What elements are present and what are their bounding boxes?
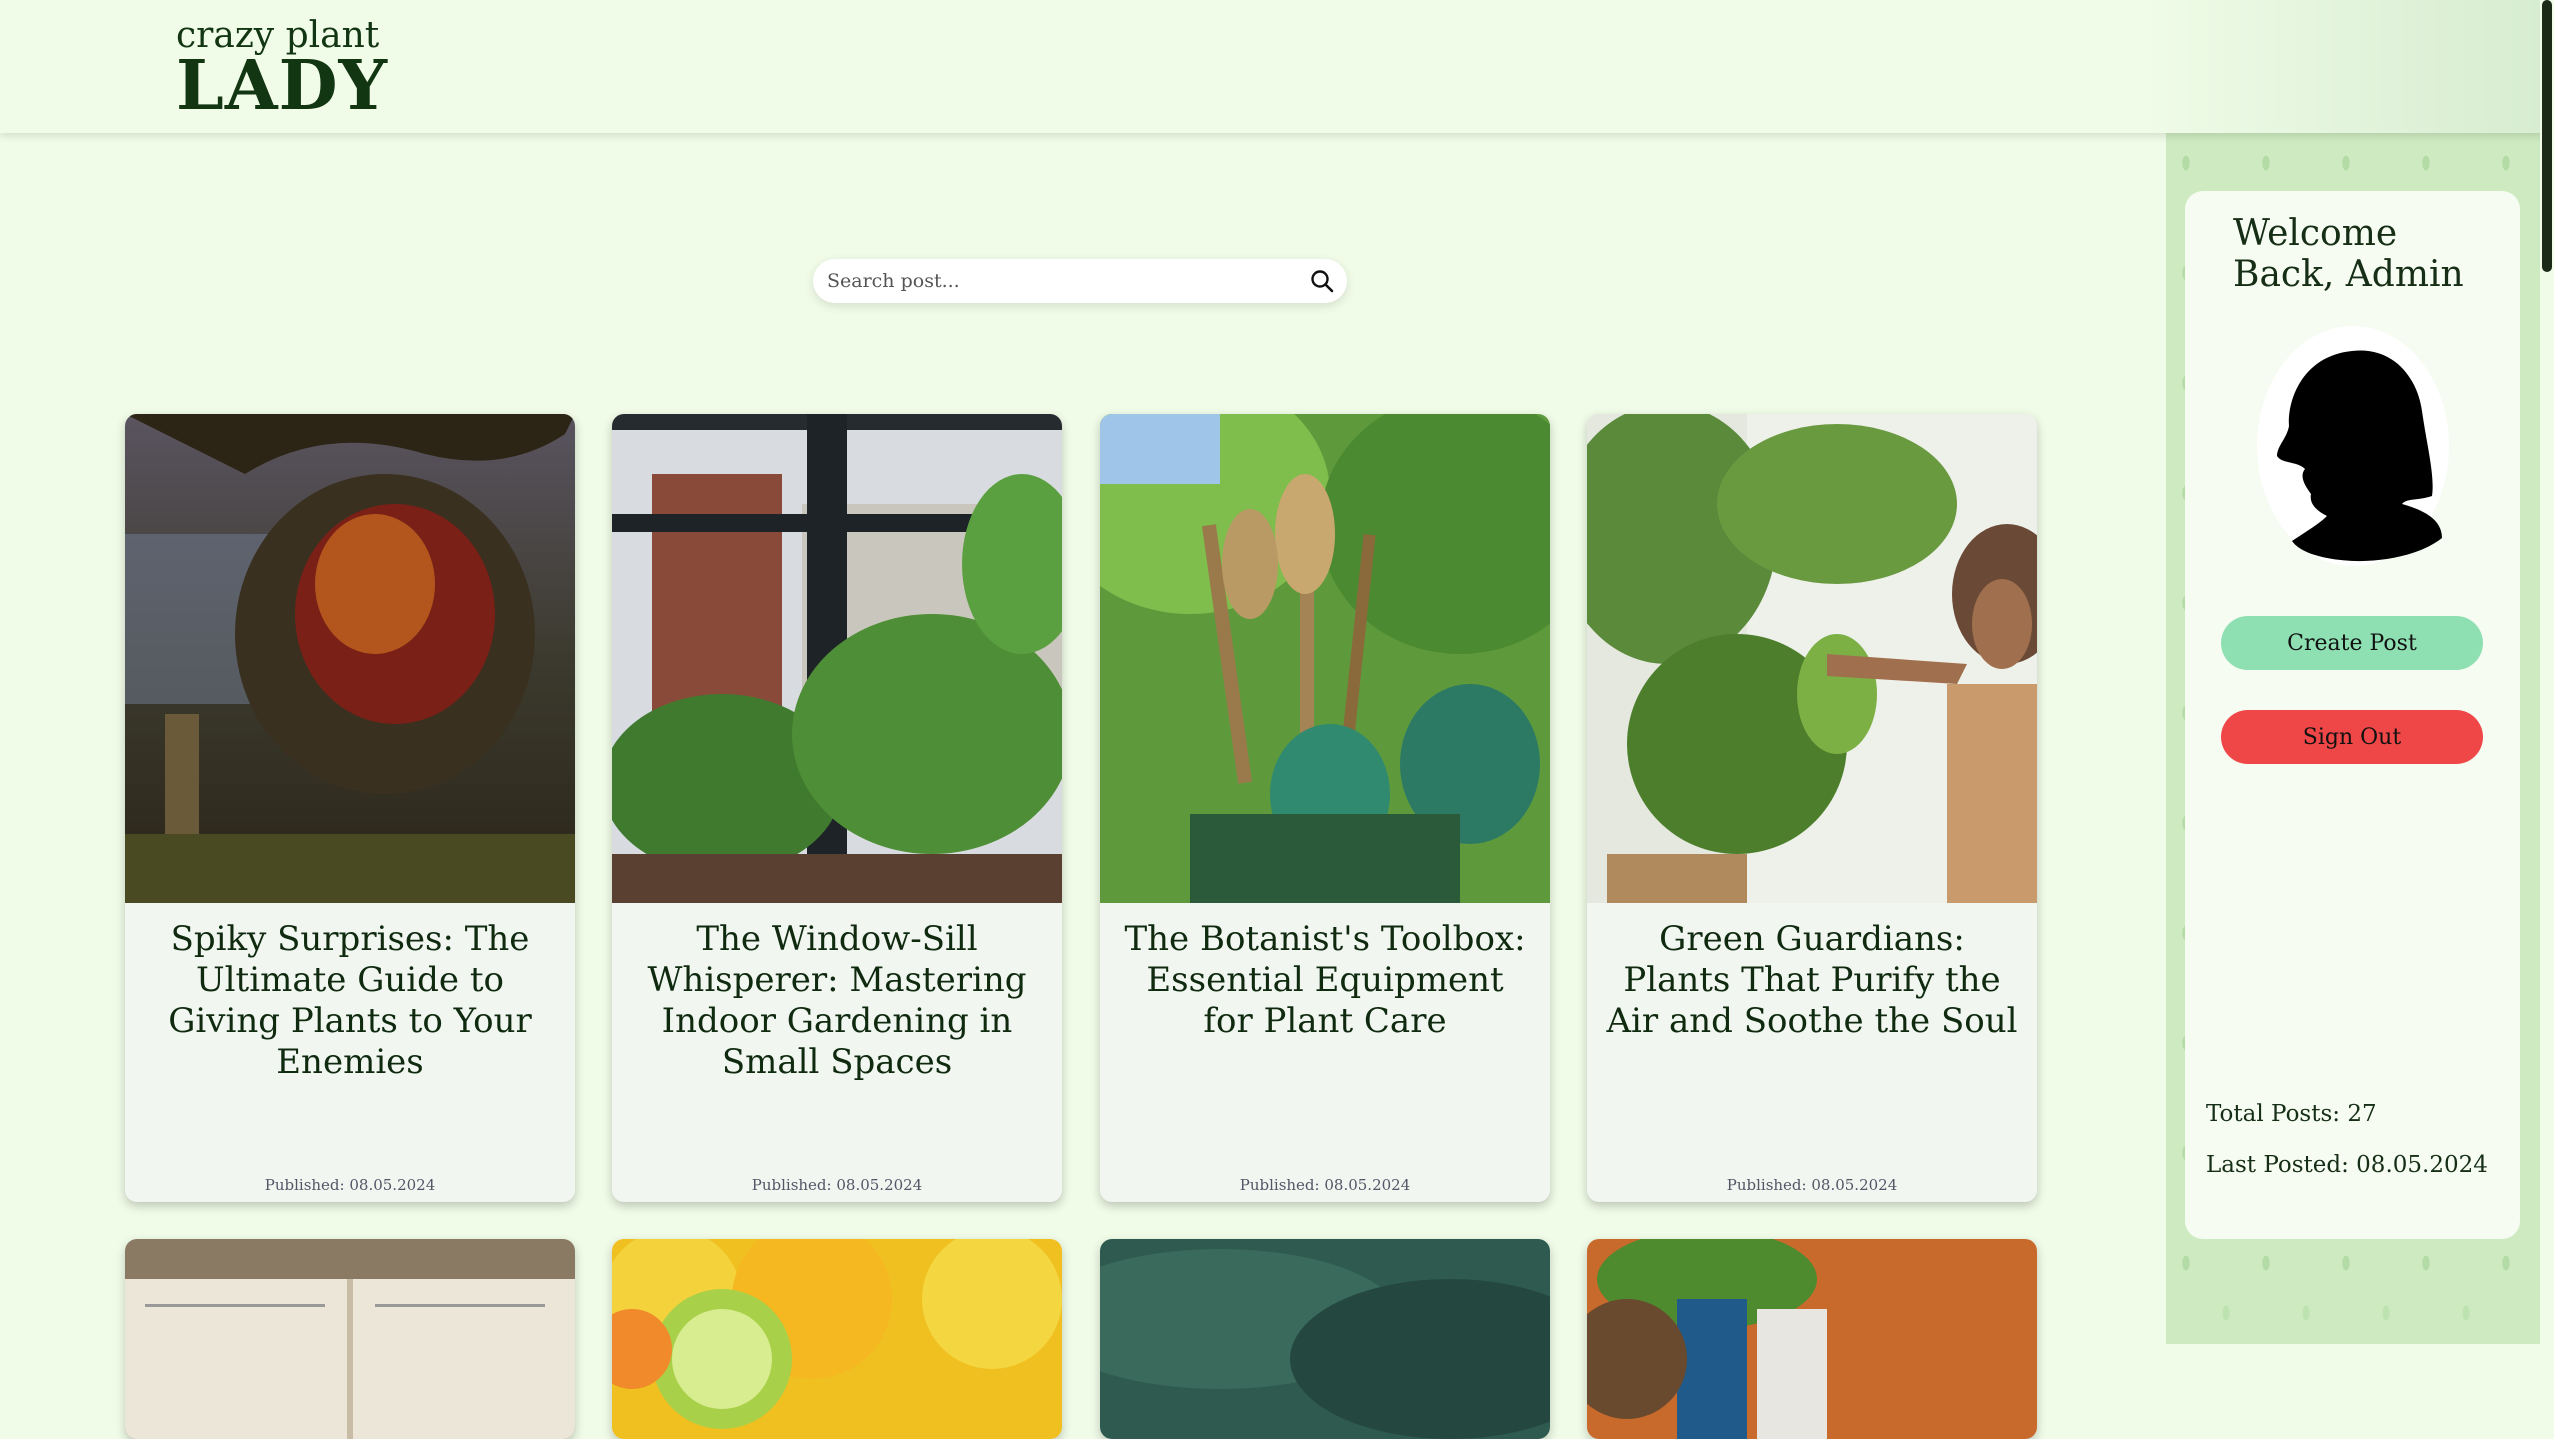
post-card[interactable]: The Window-Sill Whisperer: Mastering Ind…: [612, 414, 1062, 1202]
post-image: [1587, 414, 2037, 903]
create-post-button[interactable]: Create Post: [2221, 616, 2483, 670]
post-date: Published: 08.05.2024: [751, 1176, 923, 1194]
post-title[interactable]: The Botanist's Toolbox: Essential Equipm…: [1118, 919, 1532, 1042]
post-card[interactable]: [1100, 1239, 1550, 1439]
post-image: [612, 1239, 1062, 1439]
search-bar: [813, 259, 1347, 303]
header-shade: [2134, 0, 2554, 133]
post-image: [612, 414, 1062, 903]
post-date: Published: 08.05.2024: [1726, 1176, 1898, 1194]
total-posts: Total Posts: 27: [2206, 1101, 2377, 1127]
welcome-heading: Welcome Back, Admin: [2233, 213, 2464, 295]
user-panel: Welcome Back, Admin Create Post Sign Out…: [2185, 191, 2520, 1239]
scrollbar-thumb[interactable]: [2542, 0, 2552, 272]
avatar: [2257, 326, 2449, 566]
post-title[interactable]: Green Guardians: Plants That Purify the …: [1605, 919, 2019, 1042]
post-date: Published: 08.05.2024: [264, 1176, 436, 1194]
scrollbar[interactable]: [2540, 0, 2554, 1344]
site-header: crazy plant LADY: [0, 0, 2554, 133]
post-title[interactable]: Spiky Surprises: The Ultimate Guide to G…: [143, 919, 557, 1083]
search-input[interactable]: [825, 265, 1289, 297]
post-card[interactable]: Green Guardians: Plants That Purify the …: [1587, 414, 2037, 1202]
post-image: [1100, 414, 1550, 903]
post-image: [125, 414, 575, 903]
search-icon[interactable]: [1309, 268, 1335, 294]
last-posted: Last Posted: 08.05.2024: [2206, 1152, 2488, 1178]
post-image: [1100, 1239, 1550, 1439]
sign-out-button[interactable]: Sign Out: [2221, 710, 2483, 764]
silhouette-icon: [2277, 350, 2442, 562]
post-card[interactable]: The Botanist's Toolbox: Essential Equipm…: [1100, 414, 1550, 1202]
post-card[interactable]: Spiky Surprises: The Ultimate Guide to G…: [125, 414, 575, 1202]
post-card[interactable]: [125, 1239, 575, 1439]
post-image: [125, 1239, 575, 1439]
post-card[interactable]: [1587, 1239, 2037, 1439]
site-logo[interactable]: crazy plant LADY: [176, 18, 389, 126]
post-image: [1587, 1239, 2037, 1439]
post-title[interactable]: The Window-Sill Whisperer: Mastering Ind…: [630, 919, 1044, 1083]
logo-big-text: LADY: [176, 46, 389, 126]
post-card[interactable]: [612, 1239, 1062, 1439]
post-date: Published: 08.05.2024: [1239, 1176, 1411, 1194]
